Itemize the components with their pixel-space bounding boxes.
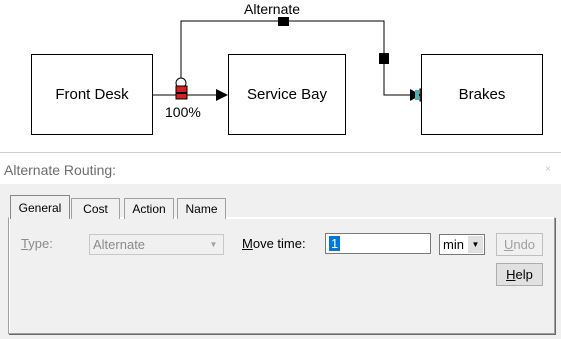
move-time-input-value: 1 [329,236,341,251]
dialog-close-button[interactable]: × [537,158,559,180]
type-label: Type: [21,236,53,251]
chevron-down-icon: ▼ [468,236,483,253]
tab-cost[interactable]: Cost [71,198,120,219]
node-front-desk[interactable]: Front Desk [31,54,153,135]
tab-general[interactable]: General [10,195,70,219]
time-unit-select[interactable]: min ▼ [439,234,485,255]
main-route-arrowhead [216,89,228,101]
tab-name-label: Name [185,202,218,216]
chevron-down-icon: ▼ [209,240,218,249]
node-front-desk-label: Front Desk [55,86,129,103]
node-service-bay[interactable]: Service Bay [228,54,346,135]
tab-action[interactable]: Action [124,198,174,219]
move-time-input[interactable]: 1 [325,233,431,254]
alternate-route-vertical-handle[interactable] [379,53,389,64]
node-brakes-label: Brakes [458,86,506,103]
undo-button[interactable]: Undo [496,233,543,256]
type-select[interactable]: Alternate ▼ [89,234,224,255]
dialog-panel: General Cost Action Name Type: Alternate… [0,184,561,339]
time-unit-value: min [443,237,464,252]
destination-connector-highlight [415,90,419,100]
tab-action-label: Action [132,202,166,216]
help-button[interactable]: Help [496,263,543,286]
type-select-value: Alternate [93,237,146,252]
node-brakes[interactable]: Brakes [421,54,543,135]
tab-cost-label: Cost [83,202,108,216]
flow-canvas: Alternate Front Desk Service Bay Brakes … [0,0,561,150]
dialog-title: Alternate Routing: [4,162,117,178]
alternate-routing-dialog: Alternate Routing: × General Cost Action… [0,152,561,339]
undo-button-label: Undo [503,237,536,252]
branch-point-marker-band [176,92,187,94]
move-time-label: Move time: [242,236,306,251]
route-label-alternate: Alternate [244,1,301,17]
node-service-bay-label: Service Bay [246,86,328,103]
help-button-label: Help [506,267,533,282]
close-icon: × [545,163,551,175]
tab-general-label: General [18,200,62,215]
route-percent-label: 100% [165,104,201,120]
tab-name[interactable]: Name [177,198,226,219]
alternate-route-midpoint-handle[interactable] [278,17,289,26]
